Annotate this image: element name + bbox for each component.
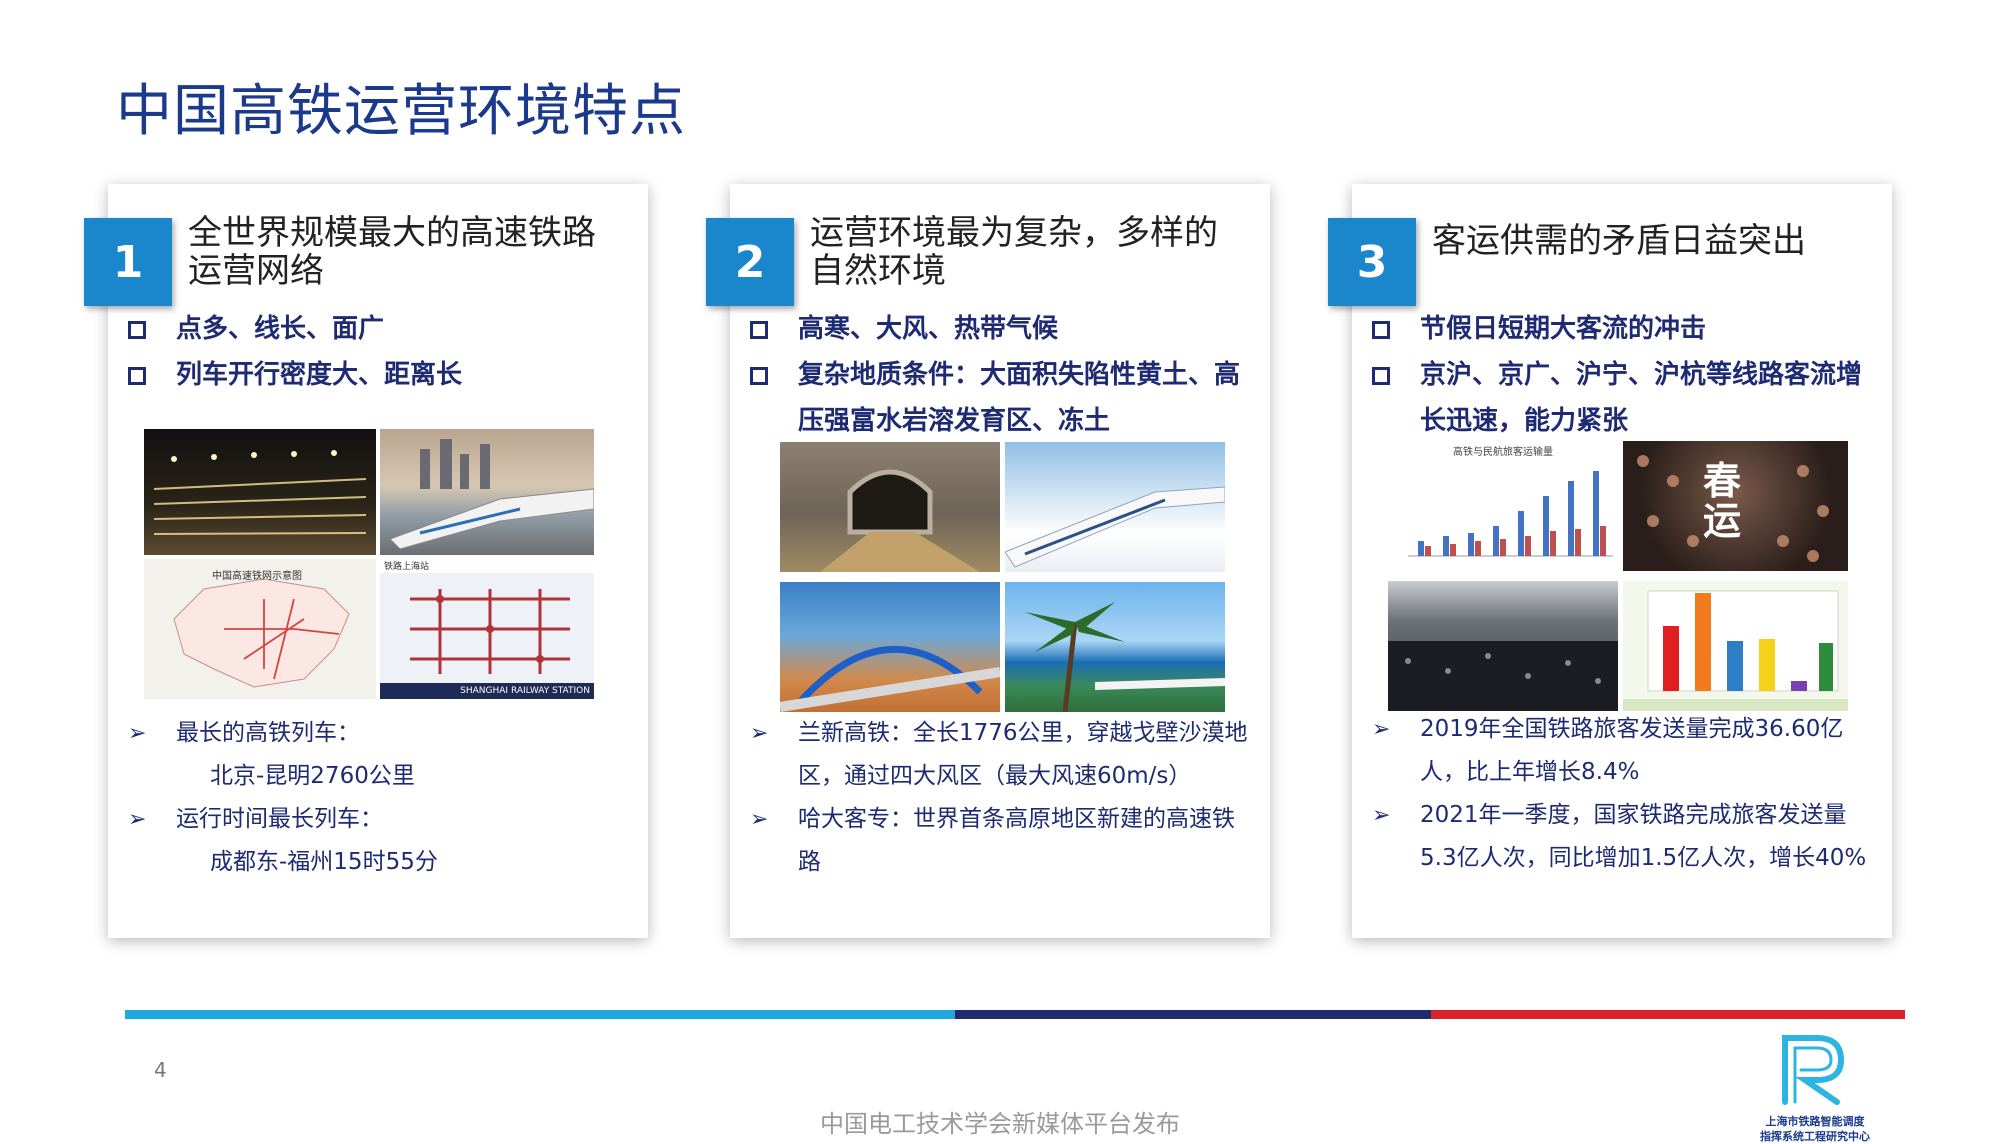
card-network: 1 全世界规模最大的高速铁路 运营网络 点多、线长、面广 列车开行密度大、距离长 [84, 184, 648, 938]
night-depot-photo [144, 429, 376, 555]
tunnel-photo [780, 442, 1000, 572]
square-bullet-icon [750, 367, 768, 385]
notes-list: ➢ 兰新高铁：全长1776公里，穿越戈壁沙漠地区，通过四大风区（最大风速60m/s… [748, 712, 1253, 884]
china-rail-map: 中国高速铁网示意图 [144, 559, 376, 699]
square-bullet-icon [1372, 321, 1390, 339]
note-item: ➢ 最长的高铁列车： [126, 712, 631, 755]
note-item: ➢ 兰新高铁：全长1776公里，穿越戈壁沙漠地区，通过四大风区（最大风速60m/s… [748, 712, 1253, 798]
crowd-photo: 春运 [1623, 441, 1848, 571]
snow-train-photo [1005, 442, 1225, 572]
square-bullet-icon [128, 321, 146, 339]
page-title: 中国高铁运营环境特点 [116, 79, 686, 144]
map-caption: 中国高速铁网示意图 [212, 571, 302, 582]
note-item: ➢ 2019年全国铁路旅客发送量完成36.60亿人，比上年增长8.4% [1370, 708, 1875, 794]
card-number: 2 [706, 218, 794, 306]
card-heading: 运营环境最为复杂，多样的 自然环境 [810, 213, 1218, 291]
notes-list: ➢ 2019年全国铁路旅客发送量完成36.60亿人，比上年增长8.4% ➢ 2021… [1370, 708, 1875, 880]
station-crowd-photo [1388, 581, 1618, 711]
arrow-bullet-icon: ➢ [128, 721, 147, 746]
bullet-item: 列车开行密度大、距离长 [126, 352, 631, 398]
r-logo-icon [1782, 1035, 1845, 1105]
card-environment: 2 运营环境最为复杂，多样的 自然环境 高寒、大风、热带气候 复杂地质条件：大面… [706, 184, 1270, 938]
arrow-bullet-icon: ➢ [1372, 803, 1391, 828]
shanghai-station-map: 铁路上海站 SHANGHAI RAILWAY STATION [380, 559, 594, 699]
footer-rule-cyan [125, 1010, 955, 1019]
square-bullet-icon [128, 367, 146, 385]
card-heading: 全世界规模最大的高速铁路 运营网络 [188, 213, 596, 291]
arrow-bullet-icon: ➢ [128, 807, 147, 832]
bullet-list: 高寒、大风、热带气候 复杂地质条件：大面积失陷性黄土、高压强富水岩溶发育区、冻土 [748, 306, 1253, 444]
city-train-photo [380, 429, 594, 555]
footer-text: 中国电工技术学会新媒体平台发布 [820, 1110, 1180, 1138]
arrow-bullet-icon: ➢ [750, 807, 769, 832]
note-item: 北京-昆明2760公里 [210, 763, 415, 789]
passenger-bar-chart: 高铁与民航旅客运输量 [1388, 441, 1618, 571]
note-item: ➢ 2021年一季度，国家铁路完成旅客发送量5.3亿人次，同比增加1.5亿人次，增… [1370, 794, 1875, 880]
bullet-item: 京沪、京广、沪宁、沪杭等线路客流增长迅速，能力紧张 [1370, 352, 1875, 444]
arrow-bullet-icon: ➢ [1372, 717, 1391, 742]
arrow-bullet-icon: ➢ [750, 721, 769, 746]
note-item: 成都东-福州15时55分 [210, 849, 438, 875]
bullet-list: 点多、线长、面广 列车开行密度大、距离长 [126, 306, 631, 398]
note-item: ➢ 哈大客专：世界首条高原地区新建的高速铁路 [748, 798, 1253, 884]
bullet-list: 节假日短期大客流的冲击 京沪、京广、沪宁、沪杭等线路客流增长迅速，能力紧张 [1370, 306, 1875, 444]
image-collage: 高铁与民航旅客运输量 春运 [1388, 441, 1848, 711]
org-logo: 上海市铁路智能调度 指挥系统工程研究中心 [1755, 1030, 1875, 1144]
image-collage [780, 442, 1225, 712]
bullet-item: 复杂地质条件：大面积失陷性黄土、高压强富水岩溶发育区、冻土 [748, 352, 1253, 444]
chunyun-text: 春运 [1703, 459, 1742, 543]
page-number: 4 [154, 1058, 167, 1082]
card-heading: 客运供需的矛盾日益突出 [1432, 221, 1806, 261]
footer-rule-red [1431, 1010, 1905, 1019]
bridge-photo [780, 582, 1000, 712]
image-collage: 中国高速铁网示意图 铁路上海站 SHANGHAI RAILWAY STATION [144, 429, 594, 699]
square-bullet-icon [1372, 367, 1390, 385]
holiday-bar-chart [1623, 581, 1848, 711]
bullet-item: 节假日短期大客流的冲击 [1370, 306, 1875, 352]
footer-rule-navy [955, 1010, 1431, 1019]
station-caption: SHANGHAI RAILWAY STATION [380, 683, 594, 699]
bullet-item: 高寒、大风、热带气候 [748, 306, 1253, 352]
notes-list: ➢ 最长的高铁列车： 北京-昆明2760公里 ➢ 运行时间最长列车： 成都东-福州1… [126, 712, 631, 884]
note-item: ➢ 运行时间最长列车： [126, 798, 631, 841]
card-demand: 3 客运供需的矛盾日益突出 节假日短期大客流的冲击 京沪、京广、沪宁、沪杭等线路… [1328, 184, 1892, 938]
tropical-photo [1005, 582, 1225, 712]
bullet-item: 点多、线长、面广 [126, 306, 631, 352]
card-number: 1 [84, 218, 172, 306]
square-bullet-icon [750, 321, 768, 339]
card-number: 3 [1328, 218, 1416, 306]
